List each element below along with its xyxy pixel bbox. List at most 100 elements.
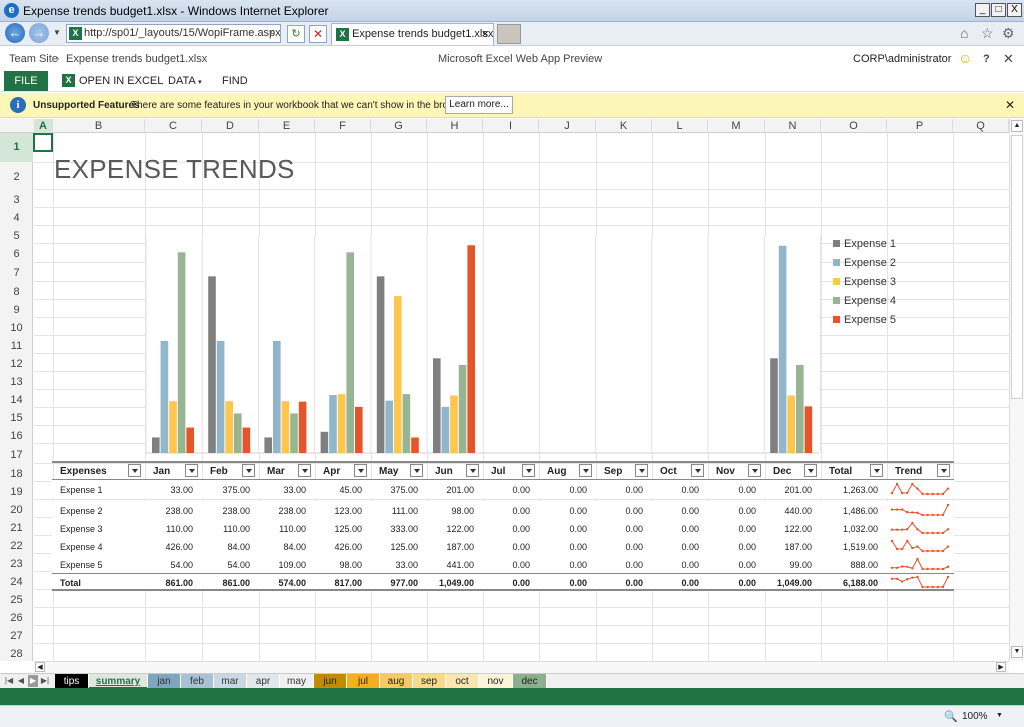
tab-close-icon[interactable]: ×: [481, 24, 489, 44]
row-header-23[interactable]: 23: [0, 553, 33, 571]
next-sheet-icon[interactable]: ▶: [28, 675, 38, 687]
back-icon[interactable]: ←: [5, 23, 25, 43]
table-cell[interactable]: 54.00: [202, 560, 250, 570]
table-cell[interactable]: 98.00: [315, 560, 362, 570]
home-icon[interactable]: ⌂: [960, 25, 968, 41]
sheet-tab-sep[interactable]: sep: [413, 674, 446, 689]
table-cell[interactable]: 0.00: [539, 485, 587, 495]
vertical-scrollbar[interactable]: ▲ ▼: [1009, 119, 1024, 661]
table-cell[interactable]: 861.00: [202, 578, 250, 588]
table-cell[interactable]: 1,519.00: [821, 542, 878, 552]
column-header-e[interactable]: E: [259, 119, 315, 133]
table-cell[interactable]: 426.00: [315, 542, 362, 552]
new-tab-button[interactable]: [497, 24, 521, 44]
scroll-up-icon[interactable]: ▲: [1011, 120, 1023, 132]
row-header-6[interactable]: 6: [0, 243, 33, 262]
sheet-tab-may[interactable]: may: [280, 674, 314, 689]
column-header-q[interactable]: Q: [953, 119, 1009, 133]
filter-dropdown-icon[interactable]: [579, 464, 592, 477]
sheet-tab-feb[interactable]: feb: [181, 674, 214, 689]
table-cell[interactable]: 0.00: [539, 578, 587, 588]
table-cell[interactable]: 0.00: [483, 485, 530, 495]
table-cell[interactable]: 0.00: [652, 542, 699, 552]
column-header-g[interactable]: G: [371, 119, 427, 133]
scroll-right-icon[interactable]: ▶: [996, 662, 1006, 672]
expense-chart[interactable]: Expense 1 Expense 2 Expense 3 Expense 4 Expe…: [146, 236, 961, 454]
table-cell[interactable]: 0.00: [708, 560, 756, 570]
find-button[interactable]: FIND: [222, 75, 248, 87]
filter-dropdown-icon[interactable]: [691, 464, 704, 477]
row-header-5[interactable]: 5: [0, 225, 33, 243]
row-header-10[interactable]: 10: [0, 317, 33, 335]
minimize-button[interactable]: _: [975, 3, 990, 17]
column-header-i[interactable]: I: [483, 119, 539, 133]
column-header-n[interactable]: N: [765, 119, 821, 133]
column-header-b[interactable]: B: [53, 119, 145, 133]
filter-dropdown-icon[interactable]: [870, 464, 883, 477]
filter-dropdown-icon[interactable]: [242, 464, 255, 477]
table-cell[interactable]: 84.00: [202, 542, 250, 552]
sheet-tab-jan[interactable]: jan: [148, 674, 181, 689]
filter-dropdown-icon[interactable]: [185, 464, 198, 477]
table-cell[interactable]: 110.00: [259, 524, 306, 534]
filter-dropdown-icon[interactable]: [635, 464, 648, 477]
sheet-tab-aug[interactable]: aug: [380, 674, 413, 689]
filter-dropdown-icon[interactable]: [748, 464, 761, 477]
table-cell[interactable]: 333.00: [371, 524, 418, 534]
table-cell[interactable]: 0.00: [652, 524, 699, 534]
sheet-tab-dec[interactable]: dec: [513, 674, 547, 689]
address-bar[interactable]: X http://sp01/_layouts/15/WopiFrame.aspx: [66, 24, 281, 43]
sheet-tab-oct[interactable]: oct: [446, 674, 479, 689]
settings-gear-icon[interactable]: ⚙: [1002, 25, 1015, 42]
row-header-1[interactable]: 1: [0, 133, 33, 162]
table-cell[interactable]: 440.00: [765, 506, 812, 516]
table-cell[interactable]: 0.00: [708, 506, 756, 516]
forward-icon[interactable]: →: [29, 23, 49, 43]
row-header-28[interactable]: 28: [0, 643, 33, 661]
row-header-19[interactable]: 19: [0, 481, 33, 499]
scroll-down-icon[interactable]: ▼: [1011, 646, 1023, 658]
zoom-dropdown-icon[interactable]: ▼: [996, 712, 1003, 719]
table-cell[interactable]: 0.00: [596, 524, 643, 534]
table-cell[interactable]: 0.00: [483, 560, 530, 570]
table-cell[interactable]: 238.00: [145, 506, 193, 516]
prev-sheet-icon[interactable]: ◀: [16, 675, 26, 687]
table-cell[interactable]: 977.00: [371, 578, 418, 588]
row-header-16[interactable]: 16: [0, 425, 33, 443]
table-cell[interactable]: 426.00: [145, 542, 193, 552]
row-header-9[interactable]: 9: [0, 299, 33, 317]
table-cell[interactable]: 54.00: [145, 560, 193, 570]
table-cell[interactable]: 0.00: [483, 542, 530, 552]
breadcrumb-site[interactable]: Team Site: [9, 53, 58, 65]
column-header-h[interactable]: H: [427, 119, 483, 133]
row-header-13[interactable]: 13: [0, 371, 33, 389]
table-cell[interactable]: 201.00: [427, 485, 474, 495]
column-header-m[interactable]: M: [708, 119, 765, 133]
column-header-k[interactable]: K: [596, 119, 652, 133]
browser-tab[interactable]: X Expense trends budget1.xlsx ×: [331, 23, 494, 45]
file-tab[interactable]: FILE: [4, 71, 48, 91]
table-cell[interactable]: 0.00: [596, 485, 643, 495]
table-cell[interactable]: 0.00: [652, 506, 699, 516]
table-cell[interactable]: 888.00: [821, 560, 878, 570]
row-header-2[interactable]: 2: [0, 162, 33, 189]
column-header-f[interactable]: F: [315, 119, 371, 133]
filter-dropdown-icon[interactable]: [937, 464, 950, 477]
search-icon[interactable]: ⌕: [270, 27, 276, 38]
row-header-8[interactable]: 8: [0, 281, 33, 299]
filter-dropdown-icon[interactable]: [128, 464, 141, 477]
table-cell[interactable]: 0.00: [539, 542, 587, 552]
row-header-22[interactable]: 22: [0, 535, 33, 553]
table-cell[interactable]: 1,032.00: [821, 524, 878, 534]
table-cell[interactable]: 109.00: [259, 560, 306, 570]
row-header-27[interactable]: 27: [0, 625, 33, 643]
table-cell[interactable]: 375.00: [371, 485, 418, 495]
selected-cell-a1[interactable]: [33, 133, 53, 152]
smiley-feedback-icon[interactable]: ☺: [958, 50, 972, 66]
stop-icon[interactable]: ✕: [309, 25, 327, 43]
table-cell[interactable]: 1,049.00: [427, 578, 474, 588]
column-header-j[interactable]: J: [539, 119, 596, 133]
table-cell[interactable]: 0.00: [483, 506, 530, 516]
row-header-24[interactable]: 24: [0, 571, 33, 589]
table-cell[interactable]: 1,049.00: [765, 578, 812, 588]
